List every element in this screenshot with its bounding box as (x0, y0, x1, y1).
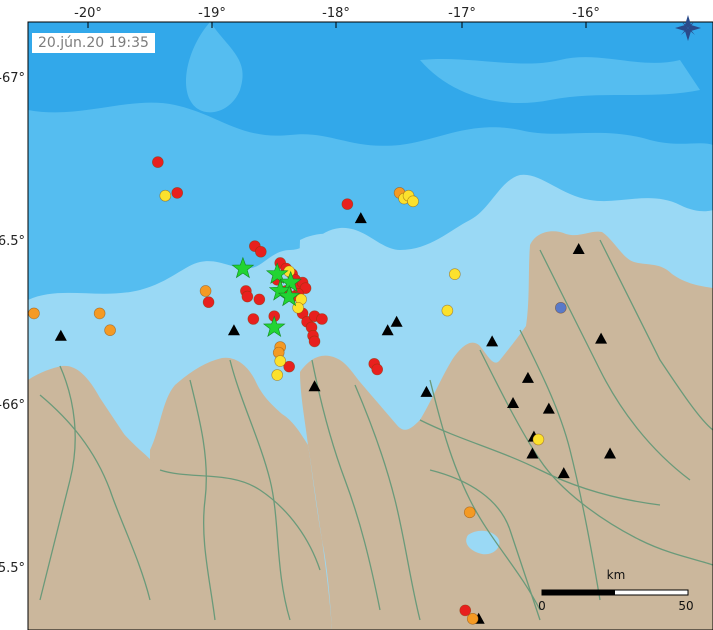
earthquake-marker[interactable] (93, 307, 106, 320)
lat-label: -66.5° (0, 234, 25, 249)
seismic-map[interactable]: -20° -19° -18° -17° -16° -67° -66.5° -66… (0, 0, 713, 630)
earthquake-marker[interactable] (247, 313, 260, 325)
scale-start: 0 (538, 599, 546, 613)
earthquake-marker[interactable] (449, 268, 461, 280)
lon-label: -18° (322, 6, 350, 21)
earthquake-marker[interactable] (171, 187, 184, 199)
earthquake-marker[interactable] (199, 285, 212, 297)
earthquake-marker[interactable] (316, 313, 328, 325)
earthquake-marker[interactable] (308, 335, 321, 348)
earthquake-marker[interactable] (253, 293, 266, 306)
lat-label: -66° (0, 398, 25, 413)
earthquake-marker[interactable] (371, 363, 384, 376)
earthquake-marker[interactable] (241, 290, 254, 303)
lon-label: -16° (572, 6, 600, 21)
scale-unit: km (607, 568, 626, 582)
earthquake-marker[interactable] (466, 612, 479, 625)
earthquake-marker[interactable] (459, 604, 472, 617)
earthquake-marker[interactable] (271, 369, 284, 381)
earthquake-marker[interactable] (104, 324, 116, 337)
earthquake-marker[interactable] (341, 198, 354, 210)
earthquake-marker[interactable] (202, 296, 215, 308)
lon-label: -20° (74, 6, 102, 21)
lon-label: -17° (448, 6, 476, 21)
lon-label: -19° (198, 6, 226, 21)
map-layers (28, 22, 713, 630)
earthquake-marker[interactable] (532, 433, 545, 446)
earthquake-marker[interactable] (463, 506, 476, 519)
earthquake-marker[interactable] (554, 301, 567, 314)
earthquake-marker[interactable] (441, 304, 454, 317)
scale-bar-segment (542, 590, 615, 595)
earthquake-marker[interactable] (407, 195, 419, 208)
earthquake-marker[interactable] (255, 245, 267, 258)
earthquake-marker[interactable] (28, 307, 40, 320)
lat-label: -67° (0, 71, 25, 86)
earthquake-marker[interactable] (159, 189, 172, 202)
earthquake-marker[interactable] (152, 156, 164, 168)
scale-end: 50 (678, 599, 693, 613)
map-canvas[interactable]: -20° -19° -18° -17° -16° -67° -66.5° -66… (0, 0, 713, 630)
earthquake-marker[interactable] (274, 355, 287, 367)
lat-label: -65.5° (0, 561, 25, 576)
timestamp-label: 20.jún.20 19:35 (32, 33, 155, 53)
